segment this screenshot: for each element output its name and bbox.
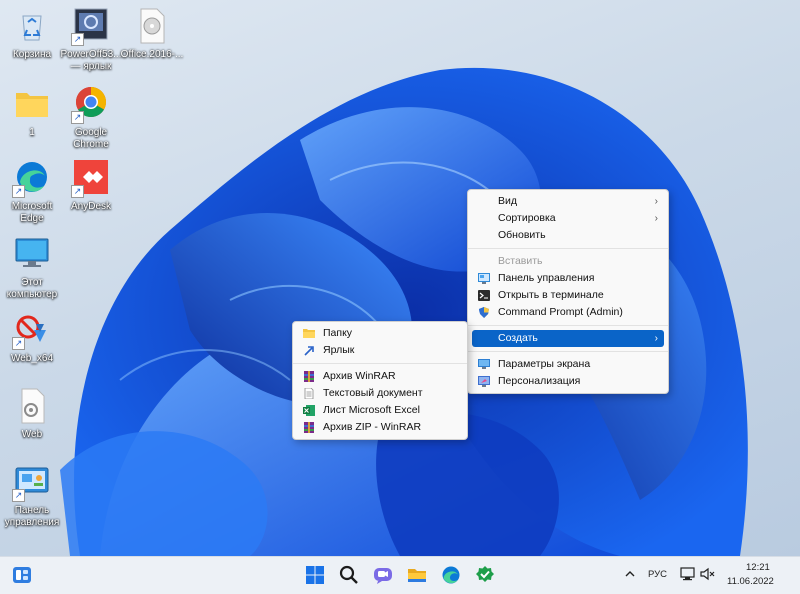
shortcut-arrow-icon: ↗ bbox=[71, 185, 84, 198]
submenu-item-winrar-archive[interactable]: Архив WinRAR bbox=[297, 368, 463, 385]
menu-separator bbox=[468, 325, 668, 326]
shortcut-arrow-icon: ↗ bbox=[12, 185, 25, 198]
excel-icon bbox=[303, 405, 315, 416]
desktop-icon-control-panel[interactable]: ↗ Панель управления bbox=[0, 462, 64, 529]
menu-separator bbox=[468, 351, 668, 352]
submenu-item-excel-sheet[interactable]: Лист Microsoft Excel bbox=[297, 402, 463, 419]
desktop-icon-this-pc[interactable]: Этот компьютер bbox=[0, 234, 64, 301]
submenu-item-zip-archive[interactable]: Архив ZIP - WinRAR bbox=[297, 419, 463, 436]
shortcut-arrow-icon: ↗ bbox=[12, 337, 25, 350]
shortcut-icon bbox=[303, 345, 315, 356]
desktop[interactable]: Корзина ↗ PowerOff53... — ярлык Office.2… bbox=[0, 0, 800, 556]
recycle-bin-icon bbox=[12, 6, 52, 46]
this-pc-icon bbox=[12, 234, 52, 274]
language-indicator[interactable]: РУС bbox=[648, 569, 667, 580]
edge-icon[interactable] bbox=[441, 565, 461, 585]
search-icon[interactable] bbox=[339, 565, 359, 585]
submenu-item-shortcut[interactable]: Ярлык bbox=[297, 342, 463, 359]
shield-icon bbox=[478, 307, 490, 318]
network-icon[interactable] bbox=[680, 566, 696, 585]
terminal-icon bbox=[478, 290, 490, 301]
desktop-icon-recycle-bin[interactable]: Корзина bbox=[0, 6, 64, 61]
menu-item-paste: Вставить bbox=[498, 255, 543, 267]
anydesk-icon: ↗ bbox=[71, 158, 111, 198]
desktop-icon-chrome[interactable]: ↗ Google Chrome bbox=[59, 84, 123, 151]
menu-item-sort[interactable]: Сортировка › bbox=[472, 210, 664, 227]
desktop-icon-web[interactable]: Web bbox=[0, 386, 64, 441]
file-explorer-icon[interactable] bbox=[407, 565, 427, 585]
menu-item-personalization[interactable]: Персонализация bbox=[472, 373, 664, 390]
personalization-icon bbox=[478, 376, 490, 387]
app-icon[interactable] bbox=[475, 565, 495, 585]
chat-icon[interactable] bbox=[373, 565, 393, 585]
desktop-icon-edge[interactable]: ↗ Microsoft Edge bbox=[0, 158, 64, 225]
menu-item-control-panel[interactable]: Панель управления bbox=[472, 270, 664, 287]
disc-image-icon bbox=[132, 6, 172, 46]
desktop-icon-office[interactable]: Office.2016-... bbox=[120, 6, 184, 61]
desktop-icon-poweroff[interactable]: ↗ PowerOff53... — ярлык bbox=[59, 6, 123, 73]
start-icon[interactable] bbox=[305, 565, 325, 585]
menu-item-display-settings[interactable]: Параметры экрана bbox=[472, 356, 664, 373]
menu-item-refresh[interactable]: Обновить bbox=[472, 227, 664, 244]
chevron-right-icon: › bbox=[654, 213, 658, 224]
volume-muted-icon[interactable] bbox=[699, 566, 715, 585]
winrar-zip-icon bbox=[303, 422, 315, 433]
folder-icon bbox=[303, 328, 315, 339]
submenu-item-text-document[interactable]: Текстовый документ bbox=[297, 385, 463, 402]
taskbar: РУС 12:21 11.06.2022 bbox=[0, 556, 800, 594]
winrar-icon bbox=[303, 371, 315, 382]
chevron-right-icon: › bbox=[654, 196, 658, 207]
menu-item-create[interactable]: Создать › bbox=[472, 330, 664, 347]
chrome-icon: ↗ bbox=[71, 84, 111, 124]
desktop-icon-anydesk[interactable]: ↗ AnyDesk bbox=[59, 158, 123, 213]
control-panel-icon: ↗ bbox=[12, 462, 52, 502]
clock-date[interactable]: 11.06.2022 bbox=[727, 576, 774, 587]
menu-item-view[interactable]: Вид › bbox=[472, 193, 664, 210]
web-file-icon bbox=[12, 386, 52, 426]
chevron-right-icon: › bbox=[654, 333, 658, 344]
text-document-icon bbox=[303, 387, 315, 400]
widgets-icon[interactable] bbox=[12, 565, 32, 585]
menu-item-command-prompt-admin[interactable]: Command Prompt (Admin) bbox=[472, 304, 664, 321]
shortcut-arrow-icon: ↗ bbox=[71, 111, 84, 124]
menu-item-open-terminal[interactable]: Открыть в терминале bbox=[472, 287, 664, 304]
edge-icon: ↗ bbox=[12, 158, 52, 198]
clock-time[interactable]: 12:21 bbox=[746, 562, 770, 573]
desktop-icon-folder-1[interactable]: 1 bbox=[0, 84, 64, 139]
poweroff-icon: ↗ bbox=[71, 6, 111, 46]
shortcut-arrow-icon: ↗ bbox=[71, 33, 84, 46]
desktop-icon-web-x64[interactable]: ↗ Web_x64 bbox=[0, 310, 64, 365]
chevron-up-icon[interactable] bbox=[624, 568, 636, 582]
create-submenu: Папку Ярлык Архив WinRAR Текстовый докум… bbox=[292, 321, 468, 440]
menu-separator bbox=[468, 248, 668, 249]
shortcut-arrow-icon: ↗ bbox=[12, 489, 25, 502]
submenu-item-folder[interactable]: Папку bbox=[297, 325, 463, 342]
desktop-context-menu: Вид › Сортировка › Обновить Вставить Пан… bbox=[467, 189, 669, 394]
folder-icon bbox=[12, 84, 52, 124]
control-panel-icon bbox=[478, 273, 490, 284]
web-x64-icon: ↗ bbox=[12, 310, 52, 350]
menu-separator bbox=[293, 363, 467, 364]
display-icon bbox=[478, 359, 490, 370]
